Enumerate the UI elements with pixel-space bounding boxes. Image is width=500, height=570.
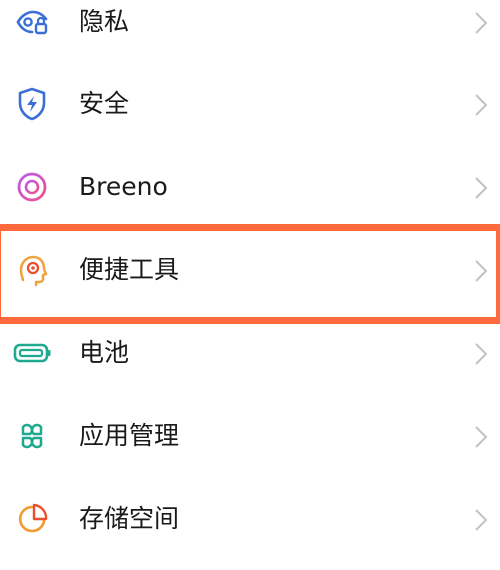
chevron-right-icon bbox=[474, 342, 488, 366]
chevron-right-icon bbox=[474, 176, 488, 200]
settings-item-label: 电池 bbox=[79, 338, 130, 367]
settings-item-label: 安全 bbox=[79, 89, 130, 118]
settings-item-storage[interactable]: 存储空间 bbox=[0, 478, 500, 560]
settings-item-security[interactable]: 安全 bbox=[0, 63, 500, 145]
settings-item-label: 隐私 bbox=[79, 7, 130, 36]
storage-pie-icon bbox=[12, 499, 52, 539]
settings-item-label: 存储空间 bbox=[79, 504, 180, 533]
convenience-tools-head-icon bbox=[12, 250, 52, 290]
battery-icon bbox=[12, 333, 52, 373]
chevron-right-icon bbox=[474, 425, 488, 449]
settings-item-breeno[interactable]: Breeno bbox=[0, 146, 500, 228]
chevron-right-icon bbox=[474, 11, 488, 35]
chevron-right-icon bbox=[474, 93, 488, 117]
chevron-right-icon bbox=[474, 508, 488, 532]
settings-item-label: 便捷工具 bbox=[79, 255, 180, 284]
settings-item-privacy[interactable]: 隐私 bbox=[0, 0, 500, 63]
chevron-right-icon bbox=[474, 259, 488, 283]
app-management-icon bbox=[12, 416, 52, 456]
settings-item-label: 应用管理 bbox=[79, 421, 180, 450]
breeno-ring-icon bbox=[12, 167, 52, 207]
privacy-eye-lock-icon bbox=[12, 2, 52, 42]
settings-item-battery[interactable]: 电池 bbox=[0, 312, 500, 394]
settings-list: 隐私 安全 Breeno 便捷工具 电池 应用管理 存储空间 bbox=[0, 0, 500, 570]
security-shield-icon bbox=[12, 84, 52, 124]
settings-item-app-management[interactable]: 应用管理 bbox=[0, 395, 500, 477]
settings-item-convenience-tools[interactable]: 便捷工具 bbox=[0, 229, 500, 311]
settings-item-label: Breeno bbox=[79, 172, 168, 201]
